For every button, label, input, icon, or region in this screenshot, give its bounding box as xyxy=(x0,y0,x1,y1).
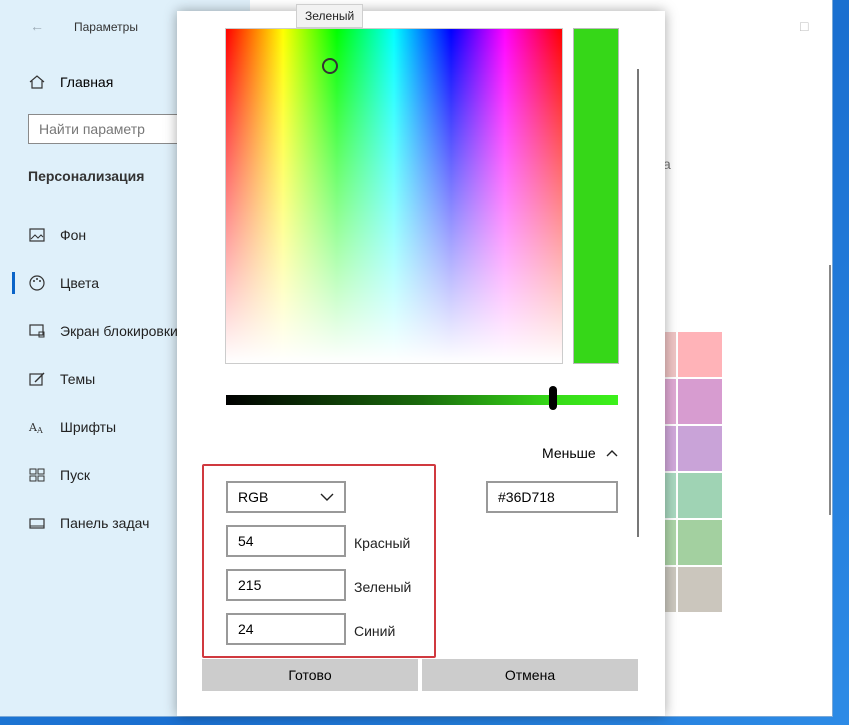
brightness-slider[interactable] xyxy=(226,395,618,405)
sidebar-item-label: Шрифты xyxy=(60,419,117,435)
sidebar-item-themes[interactable]: Темы xyxy=(28,370,95,388)
done-button[interactable]: Готово xyxy=(202,659,418,691)
color-swatch[interactable] xyxy=(664,520,676,565)
cancel-button[interactable]: Отмена xyxy=(422,659,638,691)
color-swatch[interactable] xyxy=(678,379,722,424)
sidebar-item-taskbar[interactable]: Панель задач xyxy=(28,514,149,532)
color-swatch-grid xyxy=(664,332,722,612)
picture-icon xyxy=(29,228,45,242)
color-swatch[interactable] xyxy=(664,379,676,424)
color-picker-dialog: Зеленый Меньше RGB #36D718 54 Красный 21… xyxy=(177,4,665,716)
color-swatch[interactable] xyxy=(678,473,722,518)
window-title: Параметры xyxy=(74,20,138,34)
color-swatch[interactable] xyxy=(678,520,722,565)
color-preview xyxy=(574,29,618,363)
color-swatch[interactable] xyxy=(664,332,676,377)
sidebar-item-label: Фон xyxy=(60,227,87,243)
palette-icon xyxy=(29,275,45,291)
spectrum-selector[interactable] xyxy=(322,58,338,74)
brightness-slider-thumb[interactable] xyxy=(549,386,557,410)
sidebar-item-background[interactable]: Фон xyxy=(28,226,86,244)
sidebar-item-label: Темы xyxy=(60,371,96,387)
taskbar-icon xyxy=(29,518,45,529)
hex-input[interactable]: #36D718 xyxy=(486,481,618,513)
sidebar-item-label: Панель задач xyxy=(60,515,150,531)
home-icon xyxy=(29,75,45,89)
color-spectrum[interactable] xyxy=(226,29,562,363)
sidebar-item-start[interactable]: Пуск xyxy=(28,466,90,484)
less-button[interactable]: Меньше xyxy=(542,445,618,461)
sidebar-item-colors[interactable]: Цвета xyxy=(28,274,99,292)
dialog-scrollbar[interactable] xyxy=(637,69,639,537)
nav-home[interactable]: Главная xyxy=(28,73,113,91)
color-swatch[interactable] xyxy=(678,426,722,471)
sidebar-item-label: Цвета xyxy=(60,275,99,291)
active-indicator xyxy=(12,272,15,294)
sidebar-item-label: Экран блокировки xyxy=(60,323,178,339)
color-swatch[interactable] xyxy=(664,567,676,612)
sidebar-item-fonts[interactable]: AA Шрифты xyxy=(28,418,116,436)
less-button-label: Меньше xyxy=(542,445,596,461)
brush-icon xyxy=(29,372,45,386)
font-icon: AA xyxy=(28,421,43,435)
color-swatch[interactable] xyxy=(678,332,722,377)
highlight-annotation xyxy=(202,464,436,658)
color-swatch[interactable] xyxy=(678,567,722,612)
lockscreen-icon xyxy=(29,324,45,338)
color-swatch[interactable] xyxy=(664,473,676,518)
sidebar-item-label: Пуск xyxy=(60,467,91,483)
color-swatch[interactable] xyxy=(664,426,676,471)
content-scrollbar[interactable] xyxy=(829,265,831,515)
back-arrow-icon[interactable]: ← xyxy=(30,18,44,34)
start-icon xyxy=(29,468,45,482)
chevron-up-icon xyxy=(606,450,618,457)
sidebar-item-lockscreen[interactable]: Экран блокировки xyxy=(28,322,178,340)
svg-text:A: A xyxy=(36,426,43,435)
section-title: Персонализация xyxy=(28,168,145,184)
nav-home-label: Главная xyxy=(60,74,114,90)
color-name-tooltip: Зеленый xyxy=(296,4,364,28)
window-controls-icon[interactable]: □ xyxy=(800,18,808,34)
